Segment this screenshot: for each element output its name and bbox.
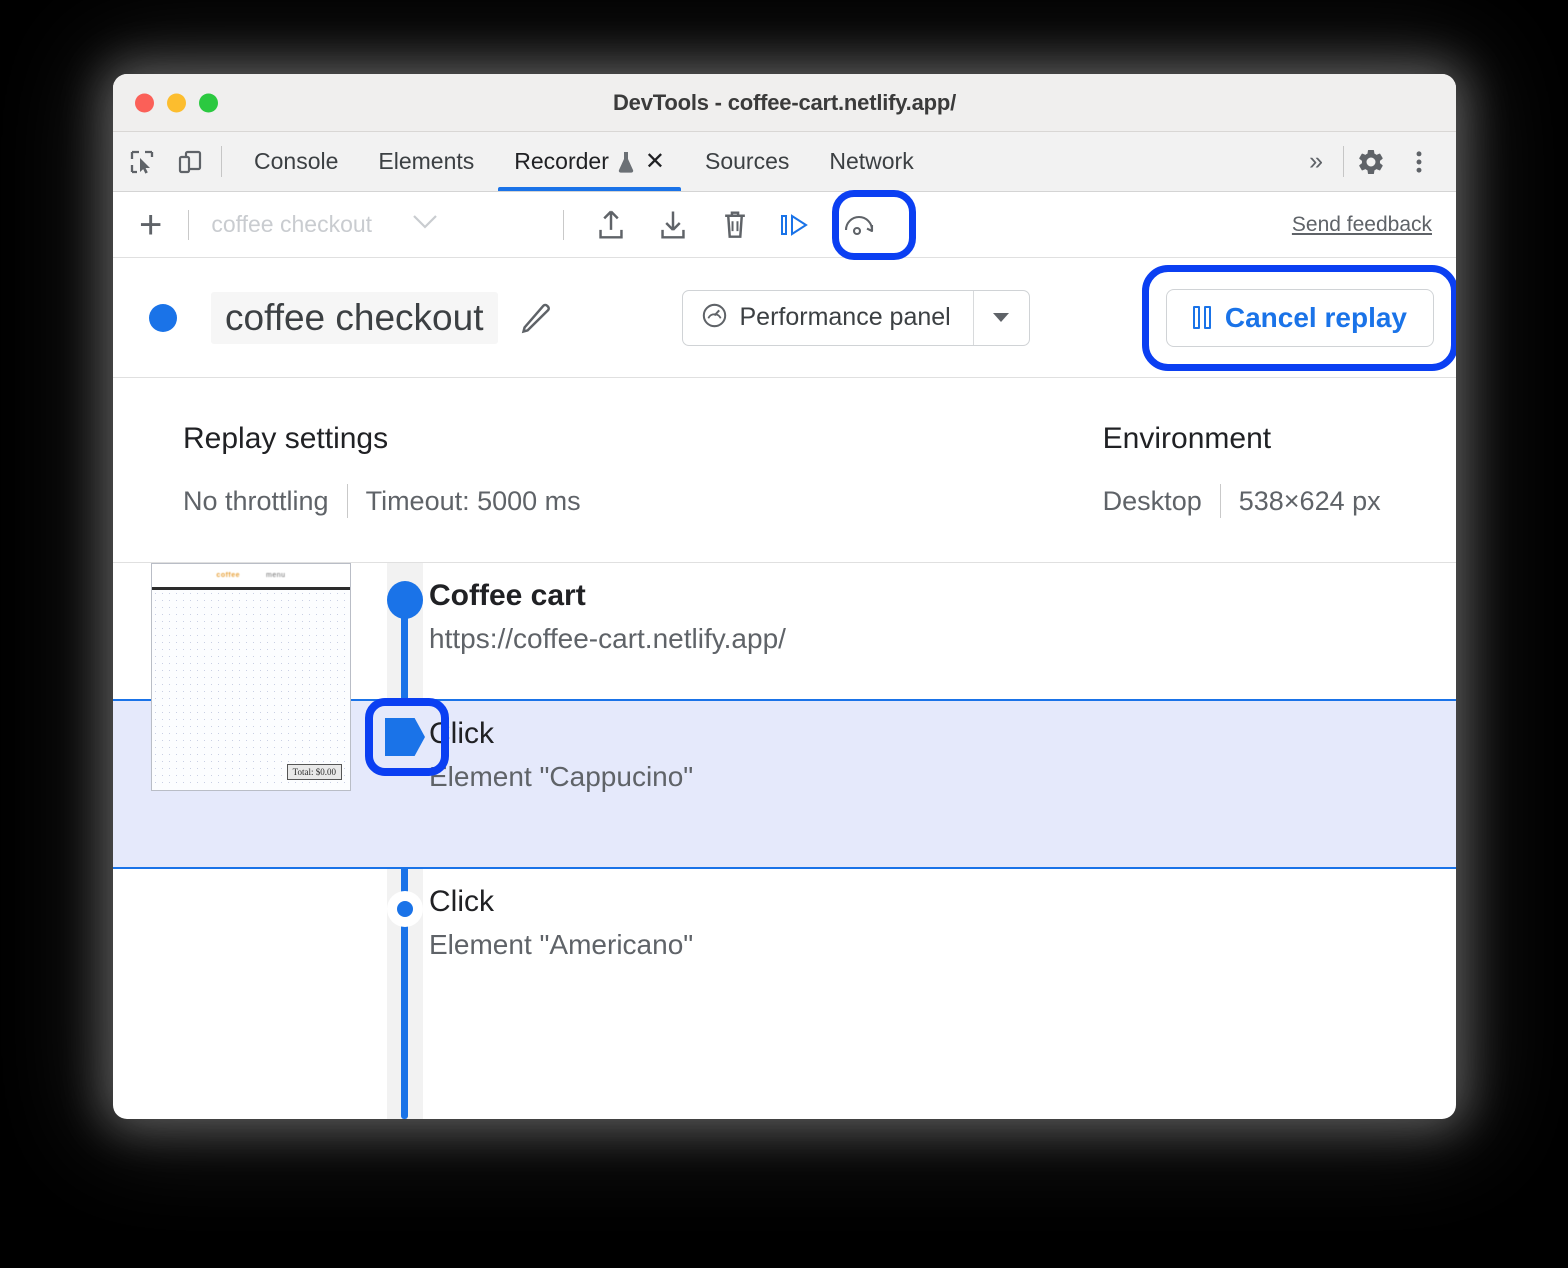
chevron-down-icon xyxy=(412,214,438,235)
step-subtitle-click-cappucino: Element "Cappucino" xyxy=(429,761,693,793)
step-subtitle-start: https://coffee-cart.netlify.app/ xyxy=(429,623,786,655)
recording-status-dot xyxy=(149,304,177,332)
environment-column: Environment Desktop 538×624 px xyxy=(1103,422,1381,562)
performance-gauge-icon xyxy=(701,302,728,334)
recorder-toolbar: + coffee checkout xyxy=(113,192,1456,258)
environment-value-divider xyxy=(1220,484,1221,518)
step-title-row-click-cappucino: Click xyxy=(398,717,693,751)
pending-step-dot-icon xyxy=(387,891,423,927)
thumbnail-header-right: menu xyxy=(266,572,286,579)
tab-sources-label: Sources xyxy=(705,148,789,175)
step-marker-start xyxy=(387,563,423,619)
start-dot-icon xyxy=(387,581,423,619)
tab-sources[interactable]: Sources xyxy=(685,132,809,191)
window-titlebar: DevTools - coffee-cart.netlify.app/ xyxy=(113,74,1456,132)
environment-heading: Environment xyxy=(1103,422,1381,456)
timeout-value[interactable]: Timeout: 5000 ms xyxy=(366,486,581,517)
environment-values: Desktop 538×624 px xyxy=(1103,484,1381,518)
kebab-menu-icon[interactable] xyxy=(1398,141,1440,183)
replay-settings-heading: Replay settings xyxy=(183,422,581,456)
thumbnail-header: coffee menu xyxy=(152,564,350,590)
cancel-replay-wrapper: Cancel replay xyxy=(1166,289,1434,347)
experimental-flask-icon xyxy=(616,150,636,174)
screenshot-root: DevTools - coffee-cart.netlify.app/ xyxy=(0,0,1568,1268)
delete-icon[interactable] xyxy=(718,208,752,242)
close-window-button[interactable] xyxy=(135,93,154,112)
current-step-marker xyxy=(385,717,425,757)
steps-list: coffee menu Total: $0.00 Coffee cart ht xyxy=(113,563,1456,1119)
step-marker-pending xyxy=(387,869,423,927)
toolbar-divider-1 xyxy=(188,210,189,240)
step-over-icon[interactable] xyxy=(780,208,814,242)
export-icon[interactable] xyxy=(594,208,628,242)
create-recording-button[interactable]: + xyxy=(135,205,166,245)
recorder-action-icons xyxy=(594,208,876,242)
pause-icon xyxy=(1193,306,1211,329)
devtools-tabbar: Console Elements Recorder ✕ Sources xyxy=(113,132,1456,192)
tab-recorder[interactable]: Recorder ✕ xyxy=(494,132,685,191)
pencil-icon[interactable] xyxy=(520,301,554,335)
step-content-start: Coffee cart https://coffee-cart.netlify.… xyxy=(398,563,786,655)
step-title-click-cappucino: Click xyxy=(429,717,494,751)
replay-icon[interactable] xyxy=(842,208,876,242)
thumbnail-header-left: coffee xyxy=(216,572,240,579)
device-value: Desktop xyxy=(1103,486,1202,517)
thumbnail-body: Total: $0.00 xyxy=(152,590,350,788)
viewport-value: 538×624 px xyxy=(1239,486,1381,517)
tab-console-label: Console xyxy=(254,148,338,175)
replay-target-caret-icon[interactable] xyxy=(973,291,1029,345)
step-title-click-americano: Click xyxy=(429,885,494,919)
settings-value-divider xyxy=(347,484,348,518)
tabbar-divider xyxy=(221,146,222,177)
tab-elements-label: Elements xyxy=(378,148,474,175)
thumbnail-total-badge: Total: $0.00 xyxy=(287,764,342,780)
cancel-replay-label: Cancel replay xyxy=(1225,302,1407,334)
step-content-click-americano: Click Element "Americano" xyxy=(398,869,693,961)
step-title-row-click-americano: Click xyxy=(398,885,693,919)
device-toolbar-icon[interactable] xyxy=(175,147,205,177)
recording-selector-value: coffee checkout xyxy=(211,211,372,238)
panel-tabs: Console Elements Recorder ✕ Sources xyxy=(234,132,934,191)
step-marker-current xyxy=(387,701,423,757)
minimize-window-button[interactable] xyxy=(167,93,186,112)
replay-settings-column: Replay settings No throttling Timeout: 5… xyxy=(183,422,581,562)
replay-target-label: Performance panel xyxy=(740,303,951,332)
cancel-replay-button[interactable]: Cancel replay xyxy=(1166,289,1434,347)
gear-icon[interactable] xyxy=(1350,141,1392,183)
step-row-start[interactable]: coffee menu Total: $0.00 Coffee cart ht xyxy=(113,563,1456,699)
step-content-click-cappucino: Click Element "Cappucino" xyxy=(398,701,693,793)
step-title-row-start: Coffee cart xyxy=(398,579,786,613)
step-row-click-americano[interactable]: Click Element "Americano" xyxy=(113,869,1456,1009)
tabbar-right-divider xyxy=(1343,146,1344,177)
window-title: DevTools - coffee-cart.netlify.app/ xyxy=(613,90,956,116)
step-screenshot-thumbnail: coffee menu Total: $0.00 xyxy=(151,563,351,791)
toolbar-divider-2 xyxy=(563,210,564,240)
devtools-window: DevTools - coffee-cart.netlify.app/ xyxy=(113,74,1456,1119)
send-feedback-link[interactable]: Send feedback xyxy=(1292,213,1442,237)
tab-network-label: Network xyxy=(829,148,913,175)
recording-selector[interactable]: coffee checkout xyxy=(211,211,541,238)
step-title-start: Coffee cart xyxy=(429,579,586,613)
close-recorder-tab-icon[interactable]: ✕ xyxy=(645,150,665,174)
recording-header: coffee checkout Performance panel xyxy=(113,258,1456,378)
tabbar-left-icons xyxy=(127,132,221,191)
current-step-icon xyxy=(385,718,425,756)
replay-settings-values: No throttling Timeout: 5000 ms xyxy=(183,484,581,518)
maximize-window-button[interactable] xyxy=(199,93,218,112)
step-subtitle-click-americano: Element "Americano" xyxy=(429,929,693,961)
inspect-element-icon[interactable] xyxy=(127,147,157,177)
tab-console[interactable]: Console xyxy=(234,132,358,191)
more-tabs-icon[interactable]: » xyxy=(1295,147,1337,176)
tab-network[interactable]: Network xyxy=(809,132,933,191)
tab-elements[interactable]: Elements xyxy=(358,132,494,191)
traffic-lights xyxy=(135,93,218,112)
import-icon[interactable] xyxy=(656,208,690,242)
tab-recorder-label: Recorder xyxy=(514,148,609,175)
throttling-value[interactable]: No throttling xyxy=(183,486,329,517)
replay-settings-section: Replay settings No throttling Timeout: 5… xyxy=(113,378,1456,563)
replay-target-main: Performance panel xyxy=(683,291,973,345)
recording-name[interactable]: coffee checkout xyxy=(211,292,498,344)
replay-target-select[interactable]: Performance panel xyxy=(682,290,1030,346)
tabbar-right-controls: » xyxy=(1295,132,1456,191)
